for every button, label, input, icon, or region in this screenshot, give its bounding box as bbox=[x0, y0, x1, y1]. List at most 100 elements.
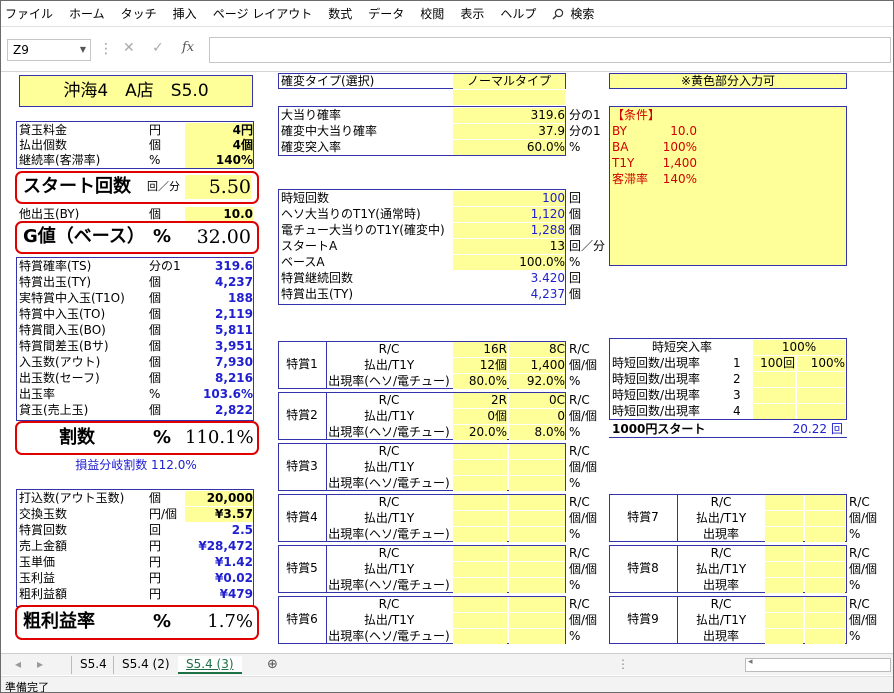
start-count-value[interactable]: 5.50 bbox=[185, 175, 251, 199]
prize-cell-a[interactable] bbox=[453, 495, 507, 510]
prize-cell-b[interactable] bbox=[509, 562, 565, 577]
row-value[interactable]: 4円 bbox=[185, 123, 253, 138]
chevron-down-icon[interactable]: ▼ bbox=[80, 45, 86, 54]
prize-cell-b[interactable] bbox=[805, 562, 845, 577]
row-value[interactable]: 60.0% bbox=[453, 140, 565, 155]
prize-cell-a[interactable] bbox=[765, 546, 803, 561]
tab-help[interactable]: ヘルプ bbox=[500, 5, 536, 22]
prize-cell-b[interactable] bbox=[509, 578, 565, 593]
prize-cell-a[interactable] bbox=[765, 511, 803, 526]
row-value[interactable]: 1,288 bbox=[453, 223, 565, 238]
prize-cell-a[interactable] bbox=[765, 613, 803, 628]
insert-function-icon[interactable]: fx bbox=[182, 40, 194, 55]
prize-cell-a[interactable] bbox=[453, 597, 507, 612]
scroll-left-icon[interactable]: ◂ bbox=[748, 657, 753, 667]
prize-cell-b[interactable]: 0 bbox=[509, 409, 565, 424]
prize-cell-b[interactable] bbox=[805, 511, 845, 526]
row-value[interactable]: 100.0% bbox=[453, 255, 565, 270]
add-sheet-icon[interactable]: ⊕ bbox=[259, 656, 286, 674]
prize-cell-a[interactable] bbox=[453, 476, 507, 491]
sheet-tab-2[interactable]: S5.4 (2) bbox=[113, 656, 178, 674]
prize-cell-b[interactable] bbox=[509, 460, 565, 475]
tab-touch[interactable]: タッチ bbox=[121, 5, 157, 22]
prize-cell-b[interactable] bbox=[509, 444, 565, 459]
type-select[interactable]: ノーマルタイプ bbox=[453, 74, 565, 89]
prize-cell-b[interactable] bbox=[805, 578, 845, 593]
prize-cell-a[interactable] bbox=[765, 629, 803, 644]
row-count[interactable] bbox=[753, 404, 795, 419]
prize-cell-b[interactable] bbox=[805, 495, 845, 510]
row-count[interactable] bbox=[753, 372, 795, 387]
prize-cell-a[interactable] bbox=[453, 511, 507, 526]
sheet-tab-3[interactable]: S5.4 (3) bbox=[178, 656, 242, 674]
row-count[interactable]: 100回 bbox=[753, 356, 795, 371]
prize-cell-a[interactable] bbox=[765, 527, 803, 542]
row-rate[interactable]: 100% bbox=[797, 356, 845, 371]
row-value[interactable]: 1,120 bbox=[453, 207, 565, 222]
prev-sheet-icon[interactable]: ◂ bbox=[7, 656, 29, 674]
prize-cell-b[interactable] bbox=[805, 613, 845, 628]
prize-cell-a[interactable]: 2R bbox=[453, 393, 507, 408]
prize-cell-b[interactable]: 8C bbox=[509, 342, 565, 357]
prize-cell-b[interactable]: 92.0% bbox=[509, 374, 565, 389]
prize-cell-b[interactable] bbox=[509, 597, 565, 612]
prize-cell-a[interactable]: 16R bbox=[453, 342, 507, 357]
row-value[interactable]: ¥3.57 bbox=[185, 507, 253, 522]
type-select-empty[interactable] bbox=[453, 90, 565, 105]
row-rate[interactable] bbox=[797, 388, 845, 403]
prize-cell-a[interactable] bbox=[453, 613, 507, 628]
prize-cell-a[interactable] bbox=[453, 629, 507, 644]
prize-cell-a[interactable] bbox=[765, 495, 803, 510]
prize-cell-b[interactable] bbox=[509, 495, 565, 510]
formula-input[interactable] bbox=[209, 37, 891, 63]
row-value[interactable]: 100 bbox=[453, 191, 565, 206]
name-box[interactable]: Z9 ▼ bbox=[7, 39, 91, 61]
prize-cell-b[interactable] bbox=[509, 629, 565, 644]
prize-cell-b[interactable] bbox=[805, 597, 845, 612]
prize-cell-b[interactable]: 0C bbox=[509, 393, 565, 408]
tab-formulas[interactable]: 数式 bbox=[328, 5, 352, 22]
prize-cell-b[interactable] bbox=[805, 629, 845, 644]
prize-cell-a[interactable]: 20.0% bbox=[453, 425, 507, 440]
tab-insert[interactable]: 挿入 bbox=[173, 5, 197, 22]
prize-cell-a[interactable] bbox=[765, 597, 803, 612]
enter-icon[interactable]: ✓ bbox=[152, 40, 164, 56]
prize-cell-a[interactable]: 0個 bbox=[453, 409, 507, 424]
prize-cell-a[interactable] bbox=[453, 546, 507, 561]
prize-cell-a[interactable]: 80.0% bbox=[453, 374, 507, 389]
cancel-icon[interactable]: ✕ bbox=[123, 40, 135, 56]
prize-cell-a[interactable] bbox=[765, 562, 803, 577]
prize-cell-b[interactable] bbox=[509, 613, 565, 628]
row-rate[interactable] bbox=[797, 404, 845, 419]
prize-cell-b[interactable] bbox=[509, 527, 565, 542]
prize-cell-a[interactable] bbox=[453, 444, 507, 459]
horizontal-scrollbar[interactable]: ◂ bbox=[745, 657, 891, 672]
worksheet-grid[interactable]: 沖海4 A店 S5.0 貸玉料金 円 4円 払出個数 個 4個 継続率(客滞率)… bbox=[1, 73, 893, 653]
prize-cell-a[interactable] bbox=[453, 562, 507, 577]
prize-cell-a[interactable] bbox=[453, 527, 507, 542]
row-value[interactable]: 4個 bbox=[185, 138, 253, 153]
sheet-tab-1[interactable]: S5.4 bbox=[71, 656, 115, 674]
prize-cell-b[interactable] bbox=[805, 527, 845, 542]
prize-cell-a[interactable]: 12個 bbox=[453, 358, 507, 373]
row-value[interactable]: 37.9 bbox=[453, 124, 565, 139]
tab-page-layout[interactable]: ページ レイアウト bbox=[213, 5, 313, 22]
prize-cell-b[interactable]: 1,400 bbox=[509, 358, 565, 373]
row-rate[interactable] bbox=[797, 372, 845, 387]
prize-cell-a[interactable] bbox=[453, 578, 507, 593]
next-sheet-icon[interactable]: ▸ bbox=[29, 656, 51, 674]
search-box[interactable]: 検索 bbox=[552, 5, 594, 22]
row-value[interactable]: 13 bbox=[453, 239, 565, 254]
by-value[interactable]: 10.0 bbox=[185, 207, 253, 222]
jitan-rate-value[interactable]: 100% bbox=[753, 340, 845, 355]
prize-cell-b[interactable]: 8.0% bbox=[509, 425, 565, 440]
row-count[interactable] bbox=[753, 388, 795, 403]
prize-cell-b[interactable] bbox=[509, 476, 565, 491]
tab-review[interactable]: 校閲 bbox=[420, 5, 444, 22]
row-value[interactable]: 319.6 bbox=[453, 108, 565, 123]
prize-cell-a[interactable] bbox=[765, 578, 803, 593]
tab-view[interactable]: 表示 bbox=[460, 5, 484, 22]
tab-file[interactable]: ファイル bbox=[5, 5, 53, 22]
tab-home[interactable]: ホーム bbox=[69, 5, 105, 22]
prize-cell-a[interactable] bbox=[453, 460, 507, 475]
